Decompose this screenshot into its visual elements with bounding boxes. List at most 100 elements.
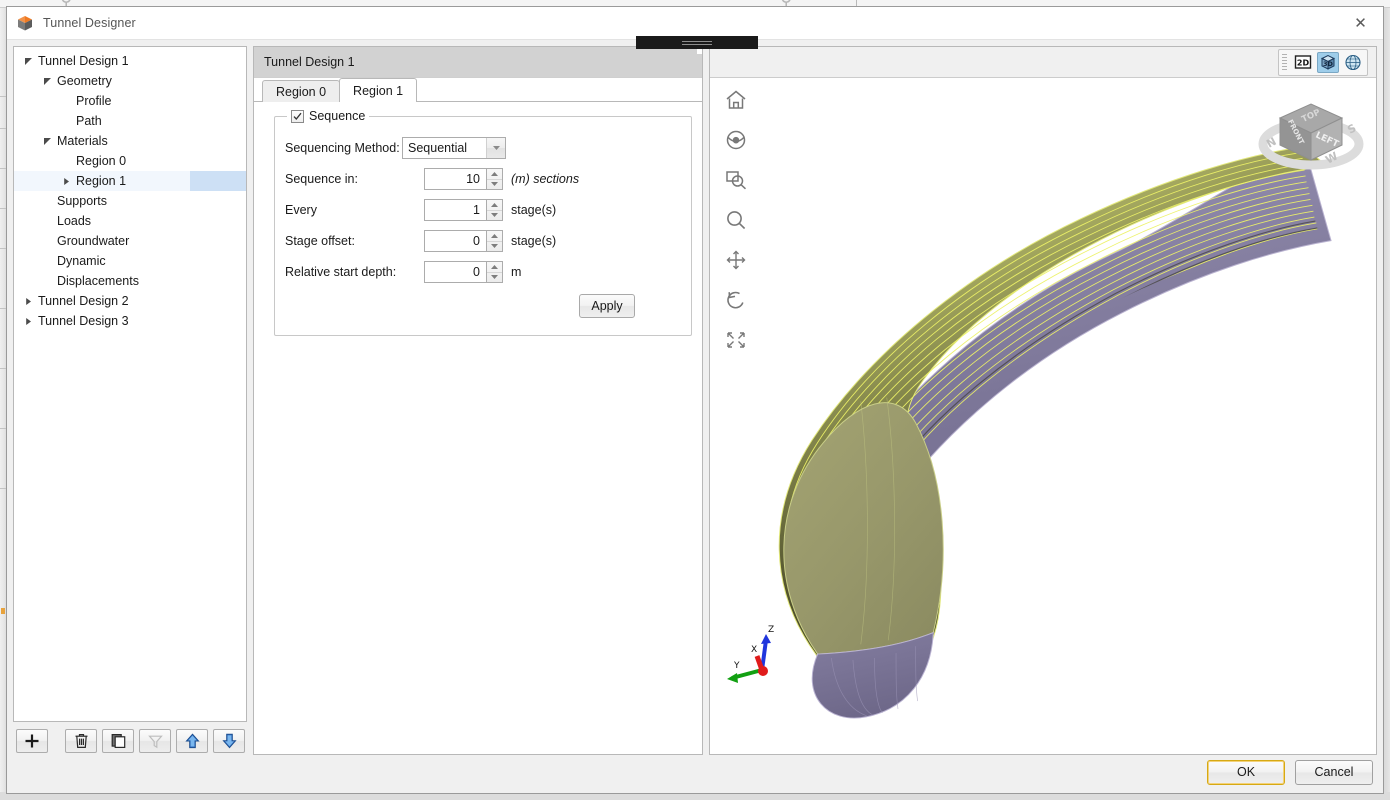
region-tabs: Region 0 Region 1 [254, 78, 702, 102]
tree-item-region-1[interactable]: Region 1 [14, 171, 246, 191]
sequence-legend: Sequence [287, 109, 370, 123]
splitter-grip-handle[interactable] [636, 36, 758, 49]
copy-icon [111, 733, 126, 749]
view-2d-button[interactable]: 2D [1292, 52, 1314, 73]
close-icon[interactable]: ✕ [1338, 7, 1383, 39]
stage-offset-input[interactable]: 0 [424, 230, 486, 252]
cancel-button[interactable]: Cancel [1295, 759, 1373, 785]
svg-text:Z: Z [768, 625, 774, 635]
magnifier-icon[interactable] [721, 206, 751, 234]
sequence-in-spin-buttons[interactable] [486, 168, 503, 190]
eye-icon[interactable] [721, 126, 751, 154]
delete-button[interactable] [65, 729, 97, 753]
curved-tunnel-model [778, 146, 1332, 719]
relative-start-depth-label: Relative start depth: [285, 265, 397, 279]
tree-item-materials[interactable]: Materials [14, 131, 246, 151]
tree-item-path[interactable]: Path [14, 111, 246, 131]
tree-item-region-0[interactable]: Region 0 [14, 151, 246, 171]
sequencing-method-select[interactable]: Sequential [402, 137, 506, 159]
axis-z: Z [760, 625, 774, 671]
tree-item-groundwater[interactable]: Groundwater [14, 231, 246, 251]
tree-item-label: Tunnel Design 2 [38, 294, 129, 308]
relative-start-depth-unit: m [511, 265, 522, 279]
tree-selection-highlight [190, 171, 246, 191]
tree-item-dynamic[interactable]: Dynamic [14, 251, 246, 271]
zoom-extents-icon[interactable] [721, 326, 751, 354]
tree-item-label: Dynamic [57, 254, 106, 268]
rotate-ccw-icon[interactable] [721, 286, 751, 314]
apply-button[interactable]: Apply [579, 294, 635, 318]
tree-item-displacements[interactable]: Displacements [14, 271, 246, 291]
view-3d-button[interactable]: 3D [1317, 51, 1339, 73]
chevron-up-icon[interactable] [487, 231, 502, 242]
chevron-expanded-icon[interactable] [39, 133, 55, 149]
relative-start-depth-stepper[interactable]: 0 [424, 261, 503, 283]
chevron-collapsed-icon[interactable] [20, 313, 36, 329]
tree-item-tunnel-design-2[interactable]: Tunnel Design 2 [14, 291, 246, 311]
sequencing-method-value: Sequential [408, 141, 468, 155]
chevron-collapsed-icon[interactable] [58, 173, 74, 189]
tree-item-tunnel-design-1[interactable]: Tunnel Design 1 [14, 51, 246, 71]
chevron-up-icon[interactable] [487, 169, 502, 180]
add-button[interactable] [16, 729, 48, 753]
view-sphere-button[interactable] [1342, 52, 1364, 73]
ok-button[interactable]: OK [1207, 759, 1285, 785]
navigation-cube[interactable]: N S W TOP FRONT LEFT [1256, 88, 1366, 178]
zoom-window-icon[interactable] [721, 166, 751, 194]
svg-text:X: X [751, 645, 757, 655]
tree-toolbar [13, 722, 247, 755]
sequence-group-box: Sequence Sequencing Method: Sequential S… [274, 109, 692, 336]
sequence-checkbox[interactable] [291, 109, 304, 123]
chevron-collapsed-icon[interactable] [20, 293, 36, 309]
tab-region-1[interactable]: Region 1 [339, 78, 418, 102]
chevron-down-icon[interactable] [487, 242, 502, 252]
tree-item-supports[interactable]: Supports [14, 191, 246, 211]
design-tree[interactable]: Tunnel Design 1 Geometry Profile Path Materi… [13, 46, 247, 722]
chevron-up-icon[interactable] [487, 200, 502, 211]
home-icon[interactable] [721, 86, 751, 114]
every-stepper[interactable]: 1 [424, 199, 503, 221]
move-up-button[interactable] [176, 729, 208, 753]
sequence-in-stepper[interactable]: 10 [424, 168, 503, 190]
tree-item-profile[interactable]: Profile [14, 91, 246, 111]
sequence-in-input[interactable]: 10 [424, 168, 486, 190]
chevron-down-icon[interactable] [487, 273, 502, 283]
pan-arrows-icon[interactable] [721, 246, 751, 274]
every-input[interactable]: 1 [424, 199, 486, 221]
field-sequence-in: Sequence in: 10 (m) sections [285, 166, 681, 192]
svg-text:2D: 2D [1297, 59, 1310, 68]
tree-item-geometry[interactable]: Geometry [14, 71, 246, 91]
chevron-down-icon[interactable] [487, 211, 502, 221]
apply-row: Apply [285, 294, 681, 318]
chevron-expanded-icon[interactable] [39, 73, 55, 89]
every-unit: stage(s) [511, 203, 557, 217]
dialog-footer: OK Cancel [7, 755, 1383, 793]
chevron-up-icon[interactable] [487, 262, 502, 273]
tree-item-tunnel-design-3[interactable]: Tunnel Design 3 [14, 311, 246, 331]
filter-button [139, 729, 171, 753]
duplicate-button[interactable] [102, 729, 134, 753]
stage-offset-spin-buttons[interactable] [486, 230, 503, 252]
toolbar-grip[interactable] [1282, 53, 1287, 71]
funnel-icon [147, 734, 163, 749]
every-spin-buttons[interactable] [486, 199, 503, 221]
relative-start-depth-input[interactable]: 0 [424, 261, 486, 283]
properties-panel: Tunnel Design 1 Region 0 Region 1 Sequenc… [253, 46, 703, 755]
tunnel-cube-icon [16, 14, 34, 32]
tree-item-label: Region 0 [76, 154, 127, 168]
stage-offset-stepper[interactable]: 0 [424, 230, 503, 252]
tab-region-0[interactable]: Region 0 [262, 80, 341, 102]
viewport-3d[interactable]: N S W TOP FRONT LEFT Z Y X [710, 78, 1376, 754]
chevron-down-icon[interactable] [486, 138, 505, 158]
chevron-expanded-icon[interactable] [20, 53, 36, 69]
chevron-down-icon[interactable] [487, 180, 502, 190]
tree-item-loads[interactable]: Loads [14, 211, 246, 231]
tunnel-designer-dialog: Tunnel Designer ✕ Tunnel Design 1 Geometr… [6, 6, 1384, 794]
move-down-button[interactable] [213, 729, 245, 753]
svg-text:Y: Y [733, 661, 740, 671]
field-sequencing-method: Sequencing Method: Sequential [285, 135, 681, 161]
relative-start-depth-spin-buttons[interactable] [486, 261, 503, 283]
sequence-legend-label: Sequence [309, 109, 366, 123]
